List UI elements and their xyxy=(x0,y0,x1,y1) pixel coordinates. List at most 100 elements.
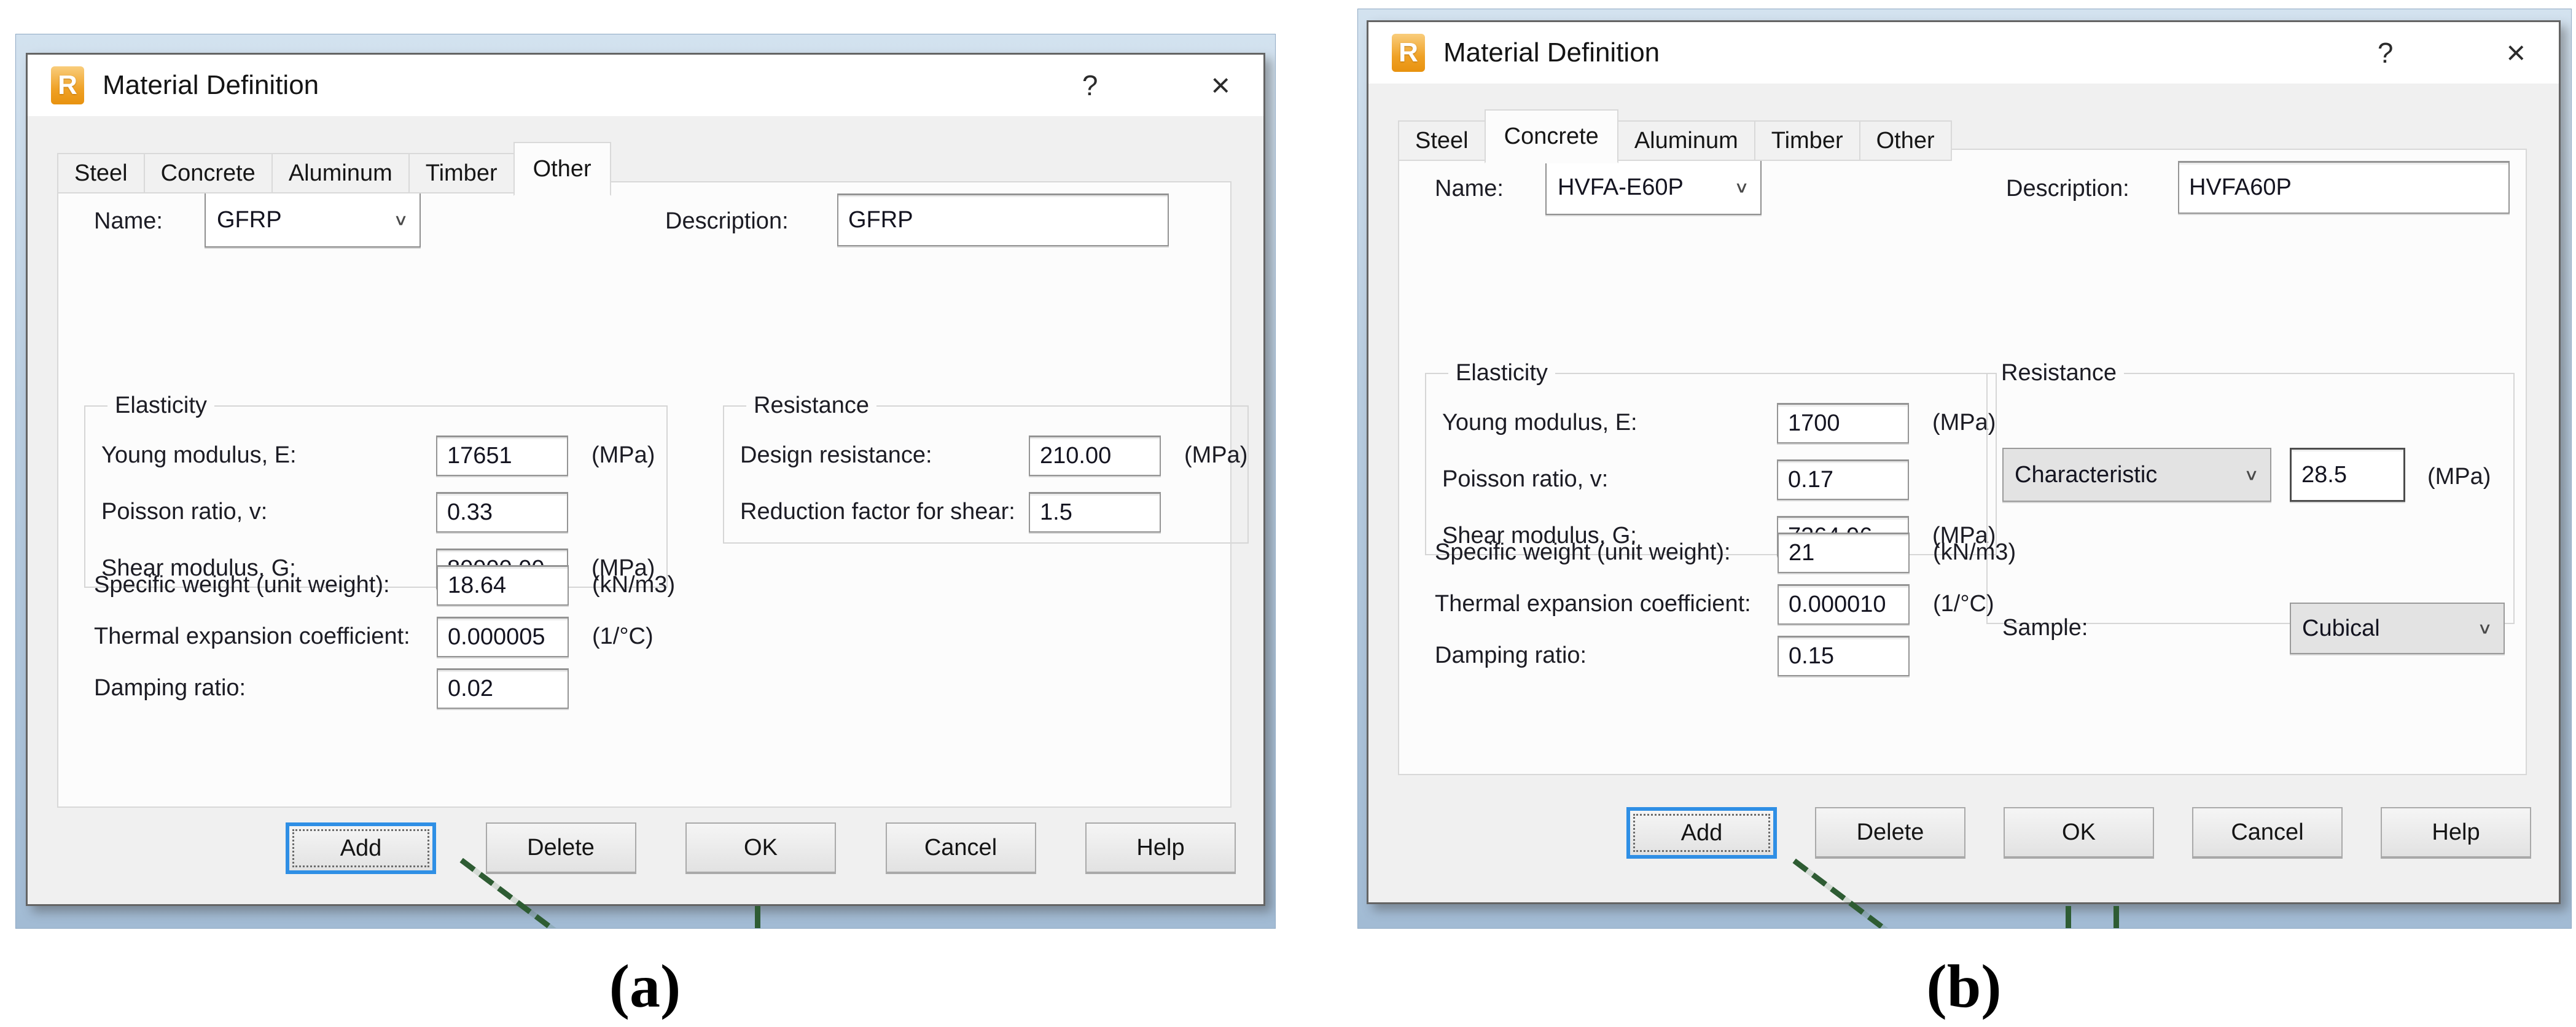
button-row: Add Delete OK Cancel Help xyxy=(286,822,1236,874)
young-modulus-label: Young modulus, E: xyxy=(101,442,436,469)
material-definition-dialog-b: R Material Definition ? × Steel Concrete… xyxy=(1367,20,2561,904)
tab-steel[interactable]: Steel xyxy=(57,153,145,193)
specific-weight-label: Specific weight (unit weight): xyxy=(94,572,437,599)
characteristic-strength-input[interactable]: 28.5 xyxy=(2290,448,2405,502)
general-properties: Specific weight (unit weight): 18.64 (kN… xyxy=(94,560,1212,714)
help-button[interactable]: Help xyxy=(2381,807,2531,859)
young-modulus-unit: (MPa) xyxy=(591,442,655,469)
poisson-ratio-row: Poisson ratio, v: 0.33 xyxy=(101,484,666,541)
app-icon-letter: R xyxy=(1399,37,1418,68)
characteristic-strength-unit: (MPa) xyxy=(2427,464,2491,491)
specific-weight-label: Specific weight (unit weight): xyxy=(1435,539,1778,566)
design-resistance-value: 210.00 xyxy=(1040,443,1111,469)
ok-button[interactable]: OK xyxy=(685,822,836,874)
help-button[interactable]: Help xyxy=(1085,822,1236,874)
specific-weight-row: Specific weight (unit weight): 18.64 (kN… xyxy=(94,560,1212,611)
elasticity-group: Elasticity Young modulus, E: 17651 (MPa)… xyxy=(84,392,668,588)
design-resistance-unit: (MPa) xyxy=(1184,442,1247,469)
specific-weight-input[interactable]: 21 xyxy=(1778,533,1910,573)
name-combobox[interactable]: HVFA-E60P ∨ xyxy=(1545,160,1762,215)
young-modulus-value: 1700 xyxy=(1788,410,1840,437)
young-modulus-input[interactable]: 1700 xyxy=(1777,403,1909,443)
strength-type-combobox[interactable]: Characteristic ∨ xyxy=(2002,448,2271,502)
design-resistance-row: Design resistance: 210.00 (MPa) xyxy=(740,428,1247,484)
background-model-line-vertical xyxy=(2113,906,2119,928)
resistance-legend: Resistance xyxy=(1994,360,2124,386)
damping-ratio-input[interactable]: 0.02 xyxy=(437,668,569,709)
description-input[interactable]: HVFA60P xyxy=(2178,161,2510,214)
tab-concrete[interactable]: Concrete xyxy=(1485,109,1618,163)
name-combobox[interactable]: GFRP ∨ xyxy=(205,192,421,248)
tab-timber[interactable]: Timber xyxy=(1754,120,1860,161)
cancel-button[interactable]: Cancel xyxy=(886,822,1036,874)
tab-strip: Steel Concrete Aluminum Timber Other xyxy=(57,142,610,193)
app-icon-letter: R xyxy=(58,70,77,101)
cancel-button[interactable]: Cancel xyxy=(2192,807,2343,859)
name-combobox-value: GFRP xyxy=(217,207,282,233)
tab-other[interactable]: Other xyxy=(1859,120,1952,161)
specific-weight-unit: (kN/m3) xyxy=(1933,539,2016,566)
name-label: Name: xyxy=(94,208,163,235)
thermal-expansion-label: Thermal expansion coefficient: xyxy=(94,623,437,650)
close-icon[interactable]: × xyxy=(2497,36,2534,69)
robot-app-icon: R xyxy=(1392,34,1425,72)
tab-aluminum[interactable]: Aluminum xyxy=(1617,120,1755,161)
delete-button[interactable]: Delete xyxy=(486,822,636,874)
tab-timber[interactable]: Timber xyxy=(408,153,515,193)
tab-page-concrete: Name: HVFA-E60P ∨ Description: HVFA60P E… xyxy=(1398,149,2527,775)
dialog-title: Material Definition xyxy=(103,70,319,101)
tab-page-other: Name: GFRP ∨ Description: GFRP Elasticit… xyxy=(57,181,1231,808)
description-label: Description: xyxy=(665,208,789,235)
damping-ratio-row: Damping ratio: 0.15 xyxy=(1435,630,2507,682)
thermal-expansion-unit: (1/°C) xyxy=(592,623,654,650)
elasticity-legend: Elasticity xyxy=(1448,360,1555,386)
ok-button[interactable]: OK xyxy=(2004,807,2154,859)
shear-reduction-input[interactable]: 1.5 xyxy=(1029,492,1161,533)
elasticity-legend: Elasticity xyxy=(107,392,214,419)
specific-weight-unit: (kN/m3) xyxy=(592,572,675,599)
damping-ratio-row: Damping ratio: 0.02 xyxy=(94,663,1212,714)
help-icon[interactable]: ? xyxy=(1070,69,1110,102)
specific-weight-value: 18.64 xyxy=(448,572,506,599)
background-model-line-vertical xyxy=(755,906,760,928)
material-definition-dialog-a: R Material Definition ? × Steel Concrete… xyxy=(26,53,1265,906)
tab-aluminum[interactable]: Aluminum xyxy=(271,153,410,193)
button-row: Add Delete OK Cancel Help xyxy=(1626,807,2531,859)
add-button[interactable]: Add xyxy=(286,822,436,874)
titlebar[interactable]: R Material Definition ? × xyxy=(1368,22,2559,84)
young-modulus-value: 17651 xyxy=(447,443,512,469)
chevron-down-icon: ∨ xyxy=(2244,466,2259,484)
figure-caption-b: (b) xyxy=(1357,951,2570,1021)
description-input[interactable]: GFRP xyxy=(837,193,1169,246)
thermal-expansion-input[interactable]: 0.000010 xyxy=(1778,584,1910,625)
thermal-expansion-row: Thermal expansion coefficient: 0.000010 … xyxy=(1435,579,2507,630)
close-icon[interactable]: × xyxy=(1202,69,1239,102)
poisson-ratio-row: Poisson ratio, v: 0.17 xyxy=(1442,451,1996,508)
add-button[interactable]: Add xyxy=(1626,807,1777,859)
thermal-expansion-unit: (1/°C) xyxy=(1933,591,1994,618)
damping-ratio-label: Damping ratio: xyxy=(94,675,437,702)
poisson-ratio-value: 0.33 xyxy=(447,499,493,526)
delete-button[interactable]: Delete xyxy=(1815,807,1965,859)
dialog-title: Material Definition xyxy=(1443,37,1660,68)
poisson-ratio-input[interactable]: 0.17 xyxy=(1777,459,1909,500)
damping-ratio-input[interactable]: 0.15 xyxy=(1778,636,1910,676)
poisson-ratio-input[interactable]: 0.33 xyxy=(436,492,568,533)
poisson-ratio-label: Poisson ratio, v: xyxy=(101,499,436,526)
name-combobox-value: HVFA-E60P xyxy=(1558,174,1684,201)
help-icon[interactable]: ? xyxy=(2365,36,2406,69)
tab-concrete[interactable]: Concrete xyxy=(144,153,273,193)
design-resistance-input[interactable]: 210.00 xyxy=(1029,435,1161,476)
tab-steel[interactable]: Steel xyxy=(1398,120,1486,161)
shear-reduction-value: 1.5 xyxy=(1040,499,1072,526)
background-model-line-vertical xyxy=(2066,906,2071,928)
damping-ratio-value: 0.15 xyxy=(1789,643,1834,670)
thermal-expansion-input[interactable]: 0.000005 xyxy=(437,617,569,657)
description-value: GFRP xyxy=(848,207,913,233)
titlebar[interactable]: R Material Definition ? × xyxy=(28,55,1263,116)
young-modulus-input[interactable]: 17651 xyxy=(436,435,568,476)
strength-type-value: Characteristic xyxy=(2015,462,2157,488)
tab-other[interactable]: Other xyxy=(513,142,611,196)
chevron-down-icon: ∨ xyxy=(393,211,408,229)
specific-weight-input[interactable]: 18.64 xyxy=(437,565,569,606)
